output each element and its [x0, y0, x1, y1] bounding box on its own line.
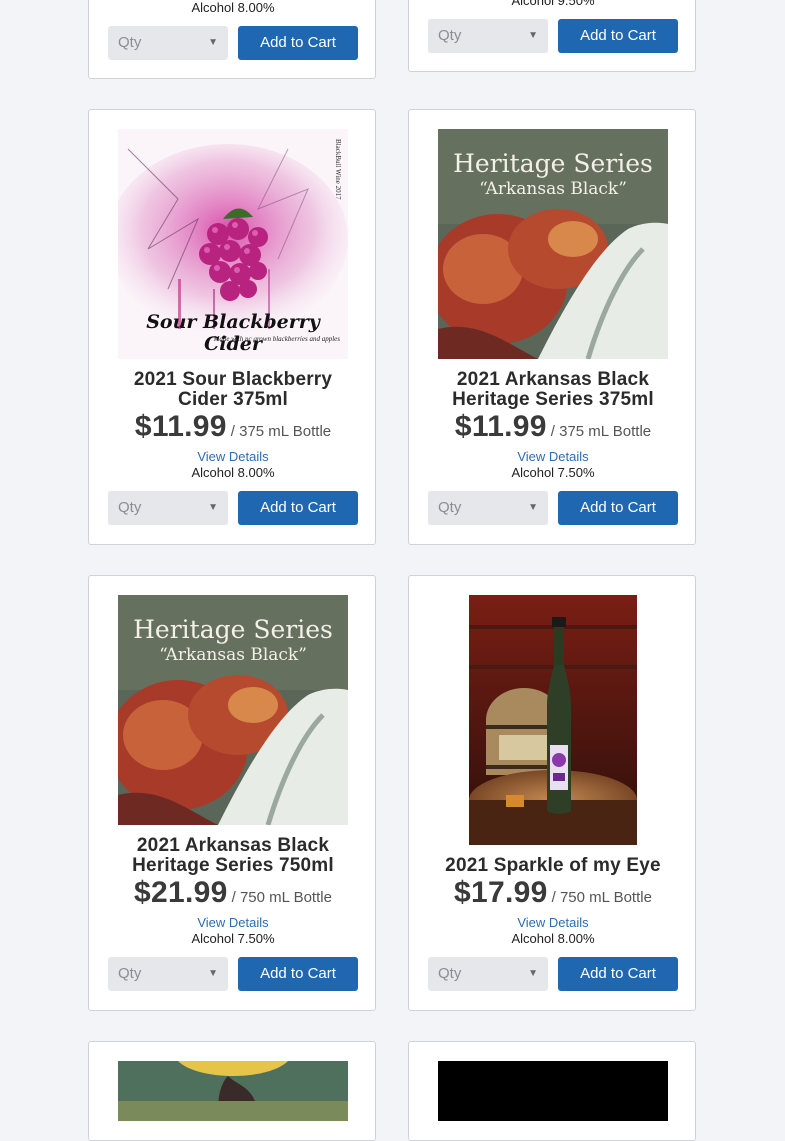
- chevron-down-icon: ▼: [528, 502, 538, 513]
- price-row: $21.99/ 750 mL Bottle: [89, 876, 377, 910]
- product-price: $21.99: [134, 876, 228, 909]
- label-title: Heritage Series: [133, 615, 333, 644]
- product-image[interactable]: [438, 1061, 668, 1121]
- product-price: $11.99: [134, 410, 227, 443]
- product-image[interactable]: Heritage Series “Arkansas Black”: [438, 129, 668, 359]
- qty-placeholder: Qty: [438, 27, 462, 44]
- view-details-link[interactable]: View Details: [409, 915, 697, 931]
- product-card: BlackBull Wine 2017 Sour Blackberry Cide…: [88, 109, 376, 545]
- view-details-link[interactable]: View Details: [89, 449, 377, 465]
- price-row: $11.99/ 375 mL Bottle: [89, 410, 377, 444]
- qty-select[interactable]: Qty ▼: [108, 957, 228, 991]
- product-card: [408, 1041, 696, 1141]
- label-subtitle: “Arkansas Black”: [479, 179, 627, 199]
- label-side-text: BlackBull Wine 2017: [334, 139, 342, 200]
- product-price: $11.99: [454, 410, 547, 443]
- price-unit: / 375 mL Bottle: [550, 423, 652, 440]
- product-card: Heritage Series “Arkansas Black” 2021 Ar…: [88, 575, 376, 1011]
- product-card: Heritage Series “Arkansas Black” 2021 Ar…: [408, 109, 696, 545]
- qty-placeholder: Qty: [118, 499, 142, 516]
- product-card: [88, 1041, 376, 1141]
- bottle-photo: [469, 595, 637, 845]
- product-name[interactable]: 2021 Arkansas Black Heritage Series 375m…: [409, 370, 697, 410]
- add-to-cart-button[interactable]: Add to Cart: [238, 26, 358, 60]
- product-name[interactable]: 2021 Sparkle of my Eye: [409, 856, 697, 876]
- qty-placeholder: Qty: [438, 965, 462, 982]
- qty-select[interactable]: Qty ▼: [428, 19, 548, 53]
- product-name[interactable]: 2021 Sour Blackberry Cider 375ml: [89, 370, 377, 410]
- product-name[interactable]: 2021 Arkansas Black Heritage Series 750m…: [89, 836, 377, 876]
- label-title: Heritage Series: [453, 149, 653, 178]
- add-to-cart-button[interactable]: Add to Cart: [558, 491, 678, 525]
- label-subtitle: Made with nc grown blackberries and appl…: [213, 335, 340, 343]
- alcohol-content: Alcohol 9.50%: [511, 0, 595, 8]
- qty-select[interactable]: Qty ▼: [108, 491, 228, 525]
- price-unit: / 750 mL Bottle: [231, 889, 332, 906]
- add-to-cart-button[interactable]: Add to Cart: [558, 19, 678, 53]
- product-card: Alcohol 8.00% Qty ▼ Add to Cart: [88, 0, 376, 79]
- price-unit: / 375 mL Bottle: [230, 423, 332, 440]
- view-details-link[interactable]: View Details: [89, 915, 377, 931]
- alcohol-content: Alcohol 7.50%: [511, 465, 595, 480]
- alcohol-content: Alcohol 8.00%: [191, 465, 275, 480]
- chevron-down-icon: ▼: [528, 30, 538, 41]
- alcohol-content: Alcohol 8.00%: [511, 931, 595, 946]
- add-to-cart-button[interactable]: Add to Cart: [238, 957, 358, 991]
- product-price: $17.99: [454, 876, 548, 909]
- add-to-cart-button[interactable]: Add to Cart: [238, 491, 358, 525]
- qty-placeholder: Qty: [438, 499, 462, 516]
- product-card: 2021 Sparkle of my Eye $17.99/ 750 mL Bo…: [408, 575, 696, 1011]
- chevron-down-icon: ▼: [208, 968, 218, 979]
- label-art-partial: [118, 1061, 348, 1121]
- price-unit: / 750 mL Bottle: [551, 889, 652, 906]
- qty-select[interactable]: Qty ▼: [428, 957, 548, 991]
- chevron-down-icon: ▼: [528, 968, 538, 979]
- qty-select[interactable]: Qty ▼: [428, 491, 548, 525]
- label-title: Sour Blackberry Cider: [146, 311, 320, 355]
- qty-placeholder: Qty: [118, 34, 142, 51]
- product-image[interactable]: BlackBull Wine 2017 Sour Blackberry Cide…: [118, 129, 348, 359]
- price-row: $11.99/ 375 mL Bottle: [409, 410, 697, 444]
- alcohol-content: Alcohol 7.50%: [191, 931, 275, 946]
- product-image[interactable]: [469, 595, 637, 845]
- chevron-down-icon: ▼: [208, 37, 218, 48]
- add-to-cart-button[interactable]: Add to Cart: [558, 957, 678, 991]
- chevron-down-icon: ▼: [208, 502, 218, 513]
- price-row: $17.99/ 750 mL Bottle: [409, 876, 697, 910]
- view-details-link[interactable]: View Details: [409, 449, 697, 465]
- qty-select[interactable]: Qty ▼: [108, 26, 228, 60]
- product-card: Alcohol 9.50% Qty ▼ Add to Cart: [408, 0, 696, 72]
- alcohol-content: Alcohol 8.00%: [191, 0, 275, 15]
- qty-placeholder: Qty: [118, 965, 142, 982]
- label-subtitle: “Arkansas Black”: [159, 645, 307, 665]
- product-image[interactable]: Heritage Series “Arkansas Black”: [118, 595, 348, 825]
- product-image[interactable]: [118, 1061, 348, 1121]
